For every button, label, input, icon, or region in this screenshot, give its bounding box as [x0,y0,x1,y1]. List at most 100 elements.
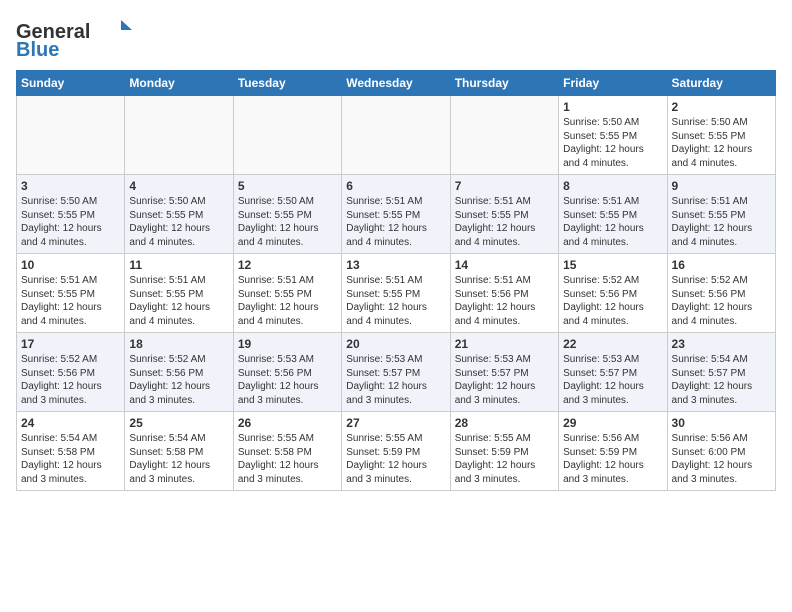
calendar-cell: 7 Sunrise: 5:51 AM Sunset: 5:55 PM Daylig… [450,175,558,254]
calendar-cell [125,96,233,175]
calendar-cell: 14 Sunrise: 5:51 AM Sunset: 5:56 PM Dayli… [450,254,558,333]
weekday-header-row: SundayMondayTuesdayWednesdayThursdayFrid… [17,71,776,96]
calendar-cell: 21 Sunrise: 5:53 AM Sunset: 5:57 PM Dayli… [450,333,558,412]
day-info: Sunrise: 5:51 AM Sunset: 5:55 PM Dayligh… [455,195,554,249]
logo: General Blue [16,16,136,60]
day-number: 25 [129,416,228,430]
calendar-cell: 1 Sunrise: 5:50 AM Sunset: 5:55 PM Daylig… [559,96,667,175]
calendar-table: SundayMondayTuesdayWednesdayThursdayFrid… [16,70,776,491]
calendar-week-row: 1 Sunrise: 5:50 AM Sunset: 5:55 PM Daylig… [17,96,776,175]
weekday-header-sunday: Sunday [17,71,125,96]
calendar-week-row: 24 Sunrise: 5:54 AM Sunset: 5:58 PM Dayli… [17,412,776,491]
day-number: 19 [238,337,337,351]
day-info: Sunrise: 5:55 AM Sunset: 5:59 PM Dayligh… [455,432,554,486]
day-info: Sunrise: 5:53 AM Sunset: 5:57 PM Dayligh… [455,353,554,407]
day-info: Sunrise: 5:50 AM Sunset: 5:55 PM Dayligh… [129,195,228,249]
calendar-cell: 2Sunrise: 5:50 AM Sunset: 5:55 PM Daylig… [667,96,775,175]
calendar-cell [342,96,450,175]
day-number: 14 [455,258,554,272]
calendar-cell: 9 Sunrise: 5:51 AM Sunset: 5:55 PM Daylig… [667,175,775,254]
day-number: 22 [563,337,662,351]
calendar-cell: 23Sunrise: 5:54 AM Sunset: 5:57 PM Dayli… [667,333,775,412]
day-number: 7 [455,179,554,193]
day-info: Sunrise: 5:50 AM Sunset: 5:55 PM Dayligh… [563,116,662,170]
day-number: 5 [238,179,337,193]
weekday-header-tuesday: Tuesday [233,71,341,96]
day-info: Sunrise: 5:52 AM Sunset: 5:56 PM Dayligh… [563,274,662,328]
day-number: 27 [346,416,445,430]
day-info: Sunrise: 5:54 AM Sunset: 5:58 PM Dayligh… [21,432,120,486]
calendar-cell [233,96,341,175]
day-number: 24 [21,416,120,430]
day-info: Sunrise: 5:53 AM Sunset: 5:56 PM Dayligh… [238,353,337,407]
calendar-cell: 13Sunrise: 5:51 AM Sunset: 5:55 PM Dayli… [342,254,450,333]
weekday-header-wednesday: Wednesday [342,71,450,96]
day-number: 30 [672,416,771,430]
day-number: 11 [129,258,228,272]
calendar-cell: 22Sunrise: 5:53 AM Sunset: 5:57 PM Dayli… [559,333,667,412]
calendar-cell: 29 Sunrise: 5:56 AM Sunset: 5:59 PM Dayli… [559,412,667,491]
calendar-cell: 17 Sunrise: 5:52 AM Sunset: 5:56 PM Dayli… [17,333,125,412]
calendar-cell: 27 Sunrise: 5:55 AM Sunset: 5:59 PM Dayli… [342,412,450,491]
day-info: Sunrise: 5:52 AM Sunset: 5:56 PM Dayligh… [21,353,120,407]
calendar-week-row: 3 Sunrise: 5:50 AM Sunset: 5:55 PM Daylig… [17,175,776,254]
day-info: Sunrise: 5:55 AM Sunset: 5:59 PM Dayligh… [346,432,445,486]
day-number: 20 [346,337,445,351]
day-number: 9 [672,179,771,193]
calendar-cell: 12Sunrise: 5:51 AM Sunset: 5:55 PM Dayli… [233,254,341,333]
logo-svg: General Blue [16,16,136,60]
calendar-cell: 15 Sunrise: 5:52 AM Sunset: 5:56 PM Dayli… [559,254,667,333]
day-info: Sunrise: 5:51 AM Sunset: 5:55 PM Dayligh… [21,274,120,328]
weekday-header-saturday: Saturday [667,71,775,96]
day-info: Sunrise: 5:52 AM Sunset: 5:56 PM Dayligh… [129,353,228,407]
calendar-cell: 24 Sunrise: 5:54 AM Sunset: 5:58 PM Dayli… [17,412,125,491]
day-info: Sunrise: 5:52 AM Sunset: 5:56 PM Dayligh… [672,274,771,328]
day-info: Sunrise: 5:51 AM Sunset: 5:55 PM Dayligh… [238,274,337,328]
day-number: 2 [672,100,771,114]
calendar-cell: 19 Sunrise: 5:53 AM Sunset: 5:56 PM Dayli… [233,333,341,412]
calendar-cell: 10 Sunrise: 5:51 AM Sunset: 5:55 PM Dayli… [17,254,125,333]
day-info: Sunrise: 5:51 AM Sunset: 5:55 PM Dayligh… [346,274,445,328]
day-number: 21 [455,337,554,351]
calendar-cell [450,96,558,175]
day-info: Sunrise: 5:54 AM Sunset: 5:57 PM Dayligh… [672,353,771,407]
calendar-cell: 8 Sunrise: 5:51 AM Sunset: 5:55 PM Daylig… [559,175,667,254]
day-info: Sunrise: 5:56 AM Sunset: 5:59 PM Dayligh… [563,432,662,486]
calendar-cell: 26 Sunrise: 5:55 AM Sunset: 5:58 PM Dayli… [233,412,341,491]
day-info: Sunrise: 5:51 AM Sunset: 5:55 PM Dayligh… [563,195,662,249]
weekday-header-friday: Friday [559,71,667,96]
calendar-cell: 20 Sunrise: 5:53 AM Sunset: 5:57 PM Dayli… [342,333,450,412]
day-number: 4 [129,179,228,193]
day-number: 29 [563,416,662,430]
day-info: Sunrise: 5:53 AM Sunset: 5:57 PM Dayligh… [346,353,445,407]
day-number: 16 [672,258,771,272]
calendar-week-row: 10 Sunrise: 5:51 AM Sunset: 5:55 PM Dayli… [17,254,776,333]
day-number: 10 [21,258,120,272]
calendar-cell: 3 Sunrise: 5:50 AM Sunset: 5:55 PM Daylig… [17,175,125,254]
day-number: 6 [346,179,445,193]
day-number: 1 [563,100,662,114]
day-number: 8 [563,179,662,193]
calendar-cell: 4 Sunrise: 5:50 AM Sunset: 5:55 PM Daylig… [125,175,233,254]
calendar-cell: 25 Sunrise: 5:54 AM Sunset: 5:58 PM Dayli… [125,412,233,491]
logo-container: General Blue [16,16,136,60]
day-info: Sunrise: 5:51 AM Sunset: 5:55 PM Dayligh… [672,195,771,249]
day-info: Sunrise: 5:51 AM Sunset: 5:55 PM Dayligh… [346,195,445,249]
day-info: Sunrise: 5:50 AM Sunset: 5:55 PM Dayligh… [21,195,120,249]
day-info: Sunrise: 5:54 AM Sunset: 5:58 PM Dayligh… [129,432,228,486]
day-info: Sunrise: 5:51 AM Sunset: 5:56 PM Dayligh… [455,274,554,328]
svg-text:Blue: Blue [16,39,59,60]
day-number: 3 [21,179,120,193]
day-number: 15 [563,258,662,272]
calendar-cell: 28Sunrise: 5:55 AM Sunset: 5:59 PM Dayli… [450,412,558,491]
calendar-cell: 30 Sunrise: 5:56 AM Sunset: 6:00 PM Dayli… [667,412,775,491]
day-number: 26 [238,416,337,430]
day-info: Sunrise: 5:51 AM Sunset: 5:55 PM Dayligh… [129,274,228,328]
day-info: Sunrise: 5:55 AM Sunset: 5:58 PM Dayligh… [238,432,337,486]
calendar-cell: 6 Sunrise: 5:51 AM Sunset: 5:55 PM Daylig… [342,175,450,254]
calendar-cell: 16 Sunrise: 5:52 AM Sunset: 5:56 PM Dayli… [667,254,775,333]
day-number: 17 [21,337,120,351]
day-info: Sunrise: 5:56 AM Sunset: 6:00 PM Dayligh… [672,432,771,486]
day-number: 18 [129,337,228,351]
calendar-cell: 18 Sunrise: 5:52 AM Sunset: 5:56 PM Dayli… [125,333,233,412]
